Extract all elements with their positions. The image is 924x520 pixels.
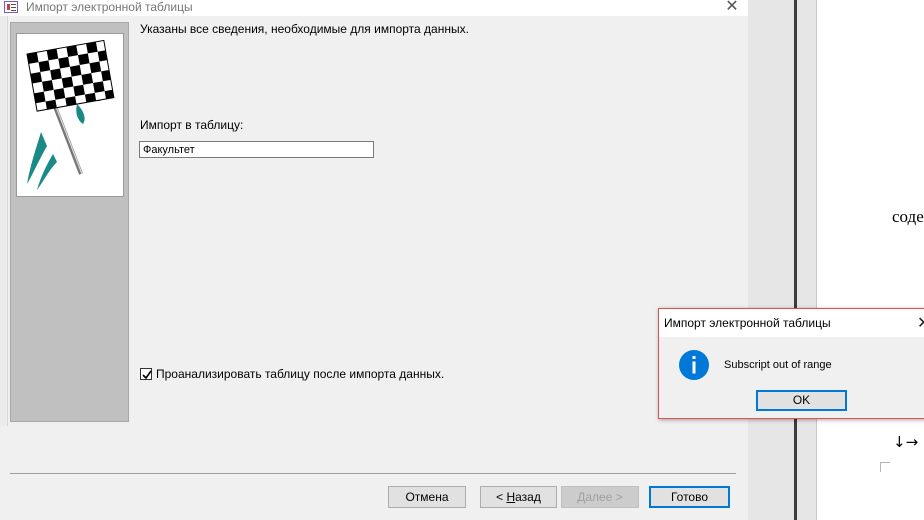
import-table-label: Импорт в таблицу: [140, 118, 244, 132]
close-icon[interactable]: ✕ [722, 0, 742, 16]
button-separator [10, 473, 736, 474]
text-boundary-corner [880, 462, 890, 472]
analyze-table-checkbox[interactable] [140, 368, 152, 380]
error-message-text: Subscript out of range [724, 359, 832, 371]
wizard-title: Импорт электронной таблицы [26, 0, 193, 14]
cancel-button[interactable]: Отмена [388, 486, 466, 508]
document-arrows: ↓→ [893, 433, 919, 451]
ok-button[interactable]: OK [756, 390, 847, 411]
message-box-title: Импорт электронной таблицы [664, 316, 831, 330]
info-icon [679, 350, 709, 380]
document-text: соде [892, 207, 924, 226]
next-button[interactable]: Далее > [561, 486, 639, 508]
back-button[interactable]: < Назад [480, 486, 557, 508]
back-button-rest: азад [515, 490, 541, 504]
close-icon[interactable]: ✕ [917, 313, 924, 333]
finish-button[interactable]: Готово [649, 486, 730, 508]
checkmark-icon [142, 370, 152, 380]
wizard-titlebar[interactable]: Импорт электронной таблицы ✕ [0, 0, 748, 16]
spreadsheet-icon [4, 1, 18, 13]
wizard-side-panel [10, 22, 129, 422]
window-left-edge [0, 16, 8, 426]
back-button-accesskey: Н [506, 490, 516, 504]
message-box-titlebar[interactable]: Импорт электронной таблицы ✕ [659, 309, 924, 337]
next-button-rest: алее > [585, 490, 623, 504]
checkered-flag-icon [16, 33, 124, 197]
back-button-prefix: < [496, 490, 507, 504]
import-table-input[interactable] [139, 141, 374, 158]
import-wizard-window: Импорт электронной таблицы ✕ Указаны все… [0, 0, 748, 520]
analyze-table-label[interactable]: Проанализировать таблицу после импорта д… [156, 367, 444, 381]
completion-info-text: Указаны все сведения, необходимые для им… [140, 22, 469, 36]
error-message-box: Импорт электронной таблицы ✕ Subscript o… [658, 308, 924, 419]
document-margin [797, 0, 816, 520]
